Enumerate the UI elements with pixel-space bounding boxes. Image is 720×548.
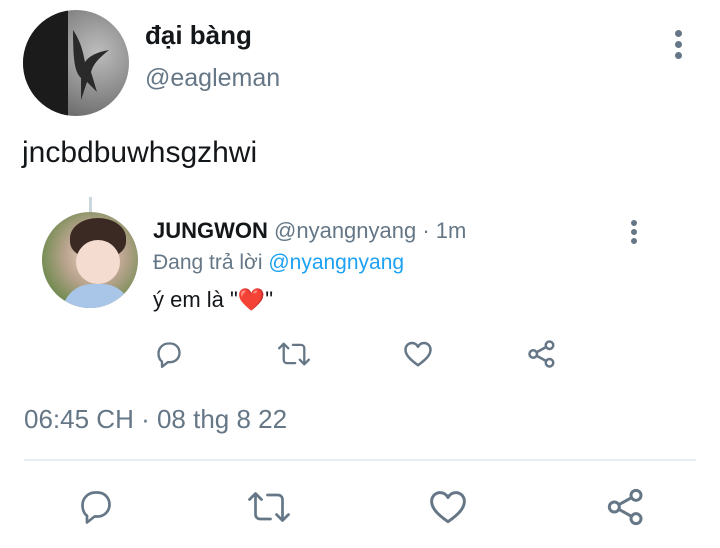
replying-to-mention[interactable]: @nyangnyang xyxy=(268,251,404,274)
reply-more-options-button[interactable] xyxy=(626,220,642,246)
like-button[interactable] xyxy=(428,489,468,525)
avatar-shirt xyxy=(62,284,132,308)
reply-text-after: " xyxy=(265,287,274,312)
reply-time: 1m xyxy=(435,218,467,243)
more-dot xyxy=(674,41,682,48)
reply-action-reply-button[interactable] xyxy=(155,340,183,368)
reply-action-retweet-button[interactable] xyxy=(278,340,310,368)
thread-line xyxy=(89,197,92,213)
share-button[interactable] xyxy=(606,487,646,527)
tweet-text: jncbdbuwhsgzhwi xyxy=(22,136,258,169)
tweet-timestamp[interactable]: 06:45 CH · 08 thg 8 22 xyxy=(24,404,287,435)
reply-text: ý em là "❤️" xyxy=(153,287,273,313)
divider xyxy=(24,459,696,461)
more-icon xyxy=(674,30,682,37)
replying-to-line: Đang trả lời @nyangnyang xyxy=(153,251,404,275)
reply-icon xyxy=(81,491,111,524)
reply-header: JUNGWON @nyangnyang · 1m xyxy=(153,218,466,244)
heart-emoji: ❤️ xyxy=(237,287,266,312)
reply-action-like-button[interactable] xyxy=(403,340,433,368)
more-dot xyxy=(674,52,682,59)
author-handle[interactable]: @eagleman xyxy=(145,64,280,93)
retweet-icon xyxy=(248,492,290,522)
reply-action-share-button[interactable] xyxy=(527,339,557,369)
more-icon xyxy=(631,220,637,226)
reply-separator: · xyxy=(416,218,436,243)
avatar-face xyxy=(76,240,120,284)
like-icon xyxy=(430,491,466,524)
share-icon xyxy=(528,340,555,368)
reply-author-avatar[interactable] xyxy=(42,212,138,308)
reply-icon xyxy=(157,342,181,368)
author-name[interactable]: đại bàng xyxy=(145,20,252,51)
replying-prefix: Đang trả lời xyxy=(153,251,269,274)
avatar-shadow xyxy=(23,10,68,116)
reply-author-name[interactable]: JUNGWON xyxy=(153,218,268,243)
author-avatar[interactable] xyxy=(23,10,129,116)
more-options-button[interactable] xyxy=(668,30,688,60)
reply-author-handle[interactable]: @nyangnyang xyxy=(274,218,416,243)
share-icon xyxy=(607,488,643,526)
reply-button[interactable] xyxy=(78,488,114,524)
reply-text-before: ý em là " xyxy=(153,287,238,312)
eagle-icon xyxy=(73,30,109,100)
retweet-button[interactable] xyxy=(248,489,290,525)
more-dot xyxy=(631,229,637,235)
like-icon xyxy=(404,341,432,367)
retweet-icon xyxy=(278,342,310,366)
more-dot xyxy=(631,238,637,244)
